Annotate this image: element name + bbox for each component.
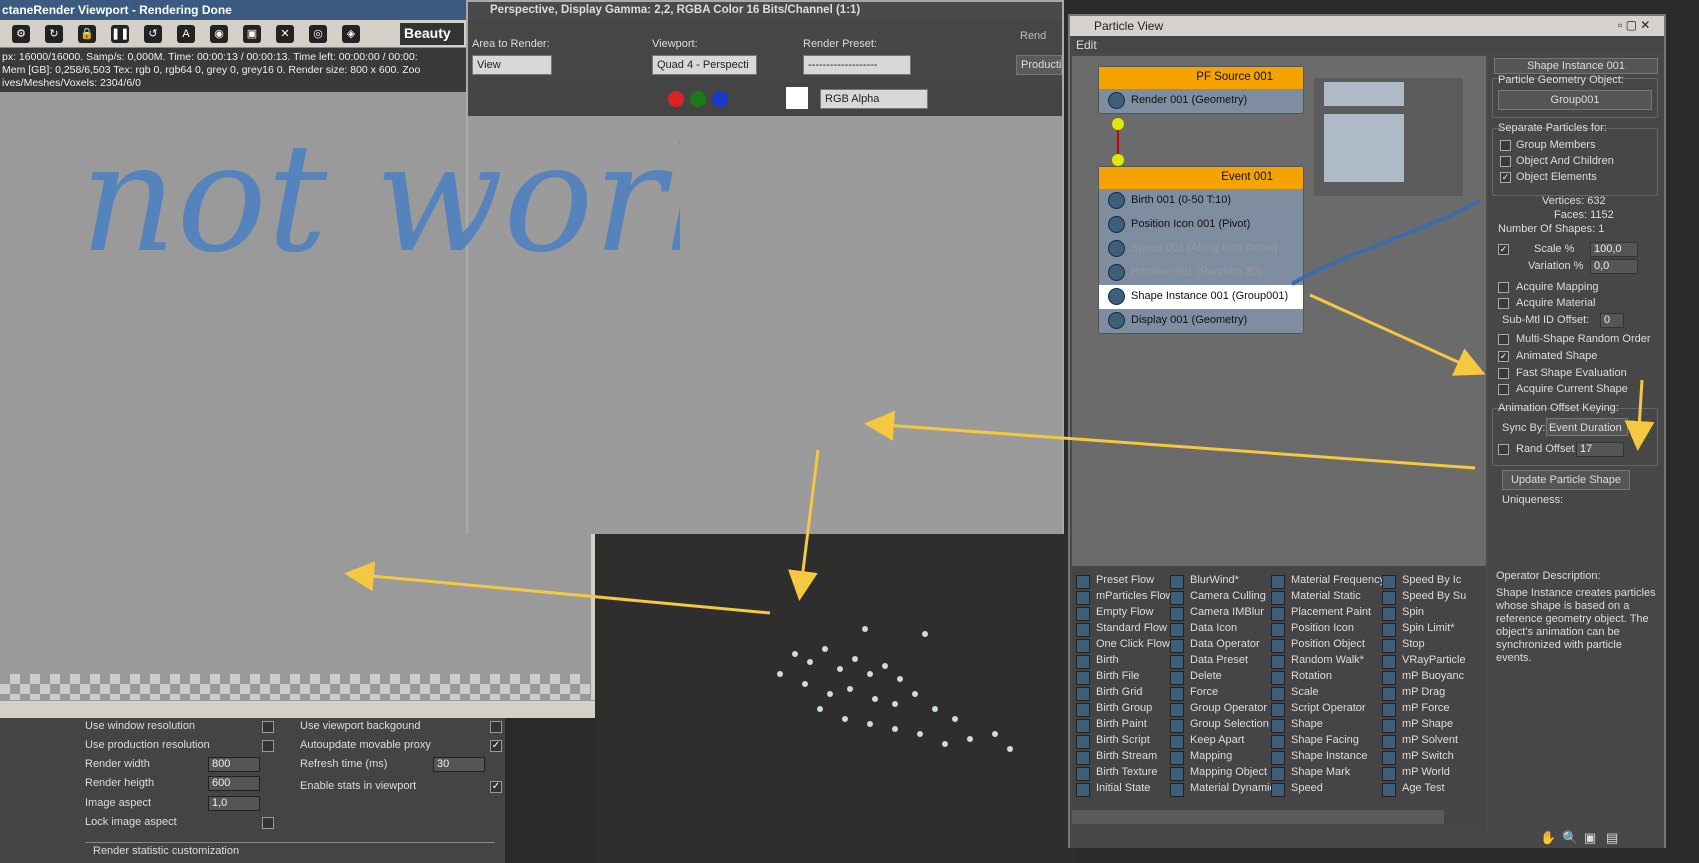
annotation-arrows [344,198,1655,615]
arrow-to-octane [344,561,771,615]
arrow-to-viewport [788,449,820,601]
arrow-to-animated-shape [1309,293,1486,376]
arrow-to-render-frame [864,410,1476,470]
arrow-to-sync-by [1624,379,1655,451]
blue-pen-stroke [1290,198,1482,286]
